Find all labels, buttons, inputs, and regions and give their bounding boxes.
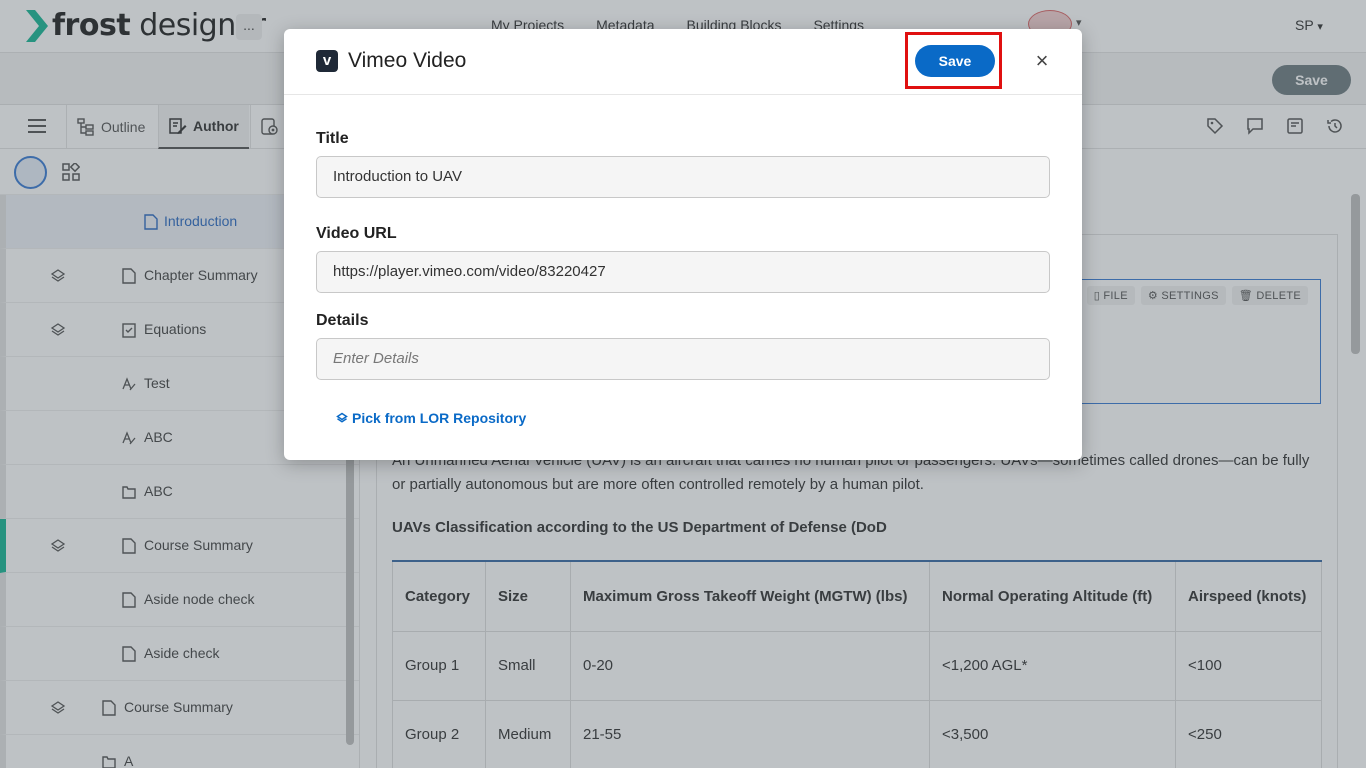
video-url-label: Video URL <box>316 225 397 242</box>
close-icon[interactable]: × <box>1032 49 1052 73</box>
vimeo-video-dialog: v Vimeo Video Save × Title Introduction … <box>284 29 1082 460</box>
title-label: Title <box>316 130 349 147</box>
lor-link-label: Pick from LOR Repository <box>352 410 527 426</box>
title-field[interactable]: Introduction to UAV <box>316 156 1050 198</box>
vimeo-icon: v <box>316 50 338 72</box>
layers-icon <box>336 412 348 423</box>
video-url-field[interactable]: https://player.vimeo.com/video/83220427 <box>316 251 1050 293</box>
save-button[interactable]: Save <box>915 45 995 77</box>
details-label: Details <box>316 312 369 329</box>
pick-from-lor-link[interactable]: Pick from LOR Repository <box>336 410 526 426</box>
details-field[interactable]: Enter Details <box>316 338 1050 380</box>
dialog-title: Vimeo Video <box>348 49 467 72</box>
dialog-header: v Vimeo Video Save × <box>284 29 1082 95</box>
